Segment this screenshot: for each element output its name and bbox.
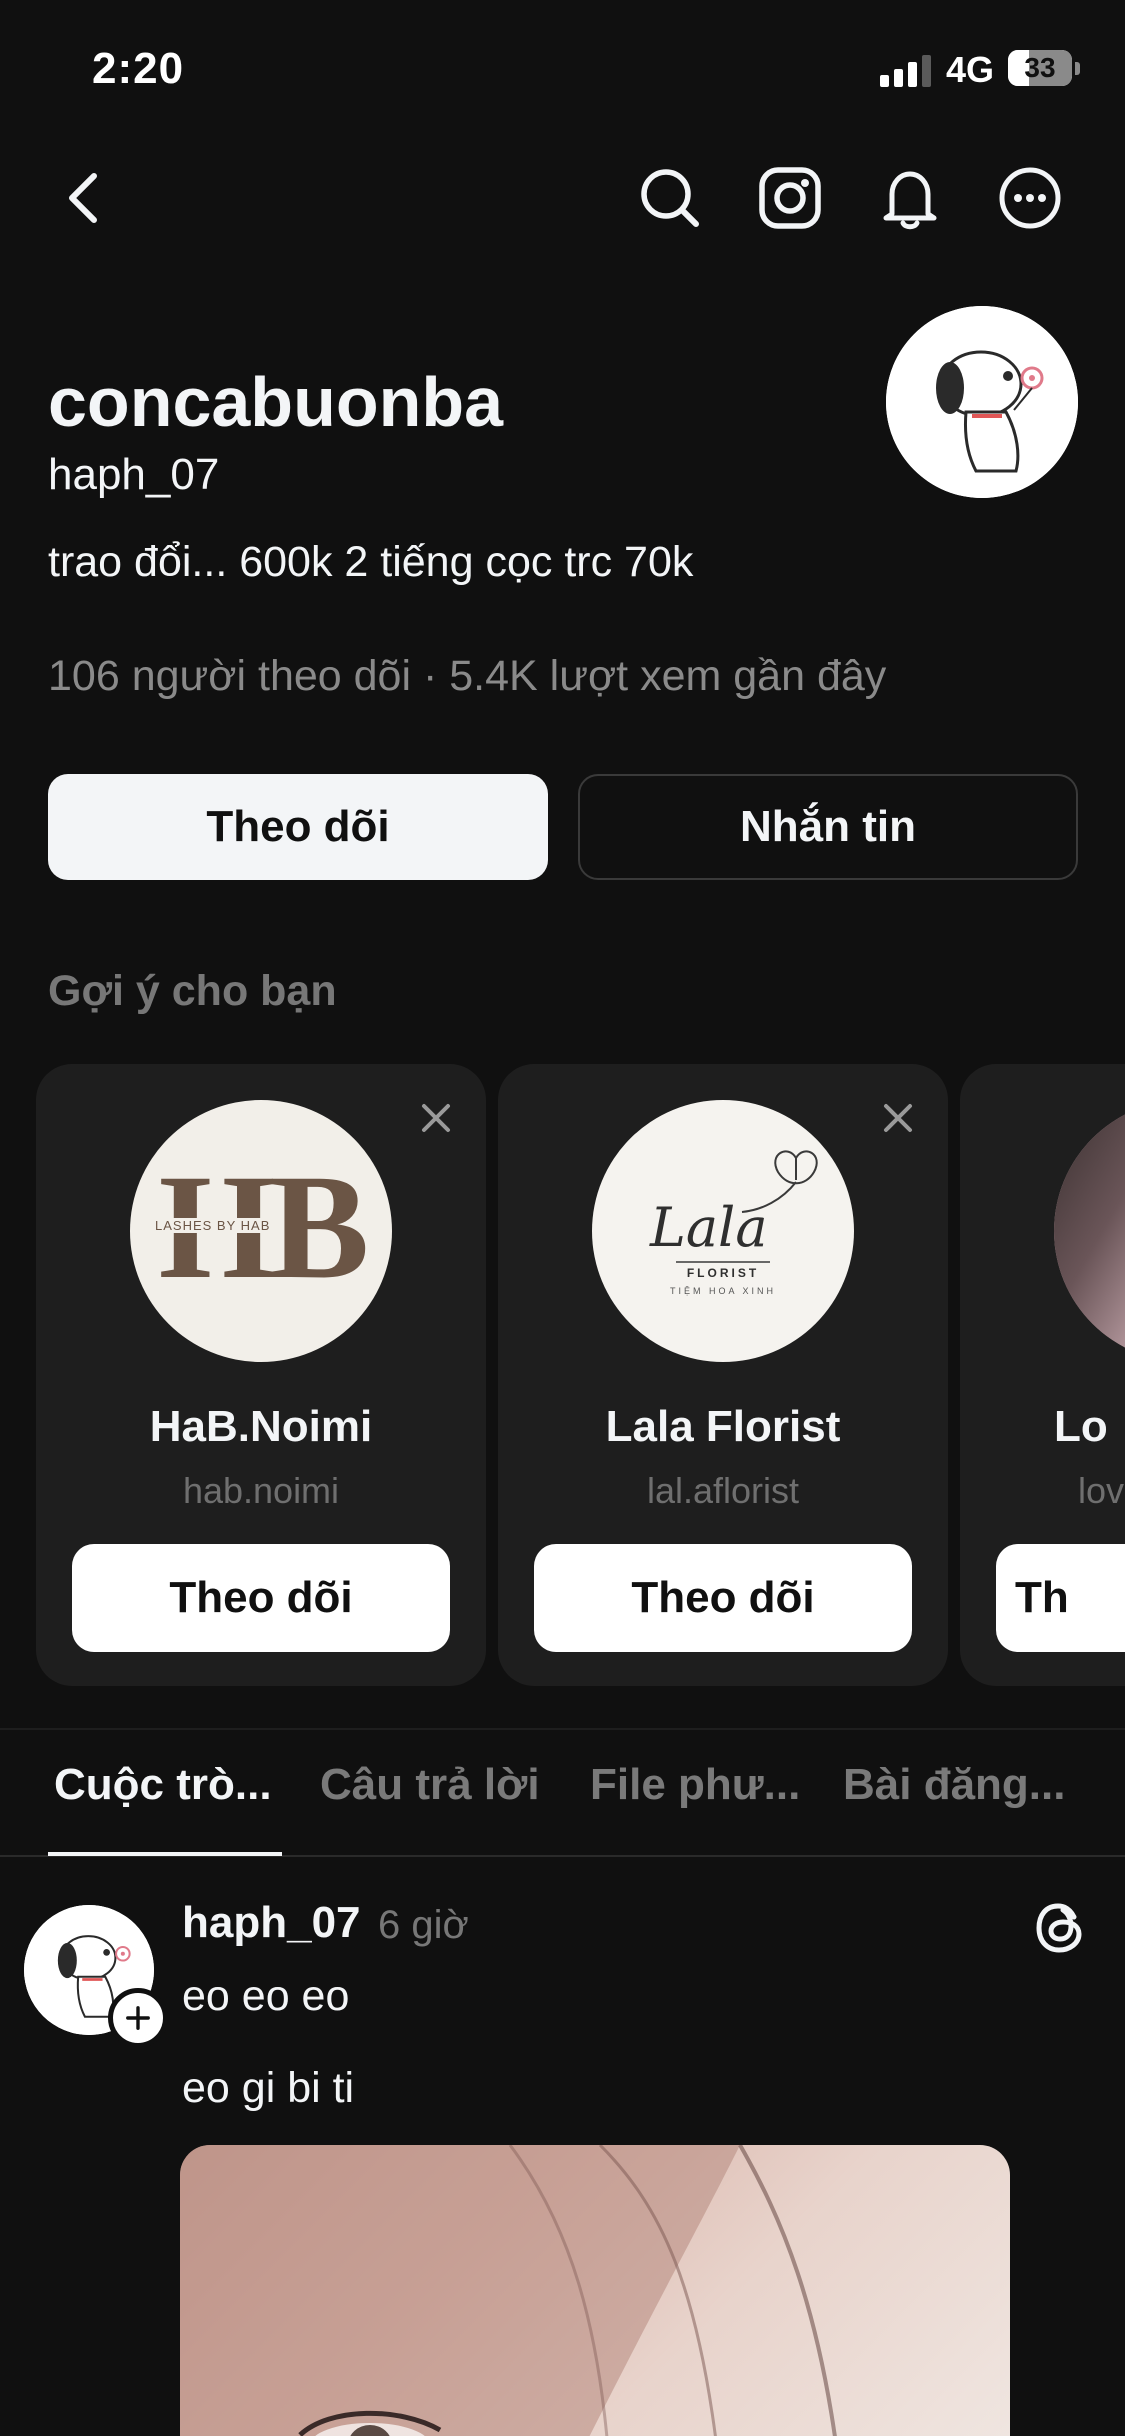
chevron-left-icon[interactable] bbox=[44, 156, 128, 240]
lala-logo-sub2: TIỆM HOA XINH bbox=[669, 1286, 776, 1296]
hb-logo-subtitle: LASHES BY HAB bbox=[152, 1218, 274, 1233]
suggestion-handle: lov bbox=[1078, 1470, 1125, 1511]
profile-handle: haph_07 bbox=[48, 450, 220, 499]
profile-tabs: Cuộc trò... Câu trả lời File phư... Bài … bbox=[0, 1760, 1125, 1856]
suggestion-avatar: HB LASHES BY HAB bbox=[130, 1100, 392, 1362]
tab-threads[interactable]: Cuộc trò... bbox=[54, 1760, 272, 1810]
battery-cap bbox=[1075, 62, 1080, 75]
suggestion-card[interactable]: Lala FLORIST TIỆM HOA XINH Lala Florist … bbox=[498, 1064, 948, 1686]
suggestion-card[interactable]: Lo lov Th bbox=[960, 1064, 1125, 1686]
cellular-signal-icon bbox=[880, 55, 934, 87]
tab-reposts[interactable]: Bài đăng... bbox=[843, 1760, 1065, 1810]
bell-icon[interactable] bbox=[868, 156, 952, 240]
instagram-icon[interactable] bbox=[748, 156, 832, 240]
active-tab-indicator bbox=[48, 1852, 282, 1856]
suggestion-handle: lal.aflorist bbox=[646, 1470, 800, 1511]
suggestion-avatar: Lala FLORIST TIỆM HOA XINH bbox=[592, 1100, 854, 1362]
lala-logo-sub1: FLORIST bbox=[686, 1266, 760, 1280]
threads-icon[interactable] bbox=[1030, 1897, 1092, 1959]
plus-icon[interactable] bbox=[108, 1988, 168, 2048]
snoopy-avatar-illustration bbox=[886, 306, 1078, 498]
post-text-line: eo eo eo bbox=[182, 1972, 350, 2020]
suggestion-avatar bbox=[1054, 1100, 1125, 1362]
post-time: 6 giờ bbox=[378, 1903, 469, 1947]
suggestion-follow-button[interactable]: Theo dõi bbox=[534, 1544, 912, 1652]
tab-media[interactable]: File phư... bbox=[590, 1760, 800, 1810]
search-icon[interactable] bbox=[628, 156, 712, 240]
close-icon[interactable] bbox=[416, 1098, 456, 1138]
profile-avatar[interactable] bbox=[886, 306, 1078, 498]
more-icon[interactable] bbox=[988, 156, 1072, 240]
profile-stats[interactable]: 106 người theo dõi · 5.4K lượt xem gần đ… bbox=[48, 652, 886, 701]
suggestion-name: Lala Florist bbox=[605, 1402, 841, 1451]
status-time: 2:20 bbox=[92, 44, 185, 93]
suggestion-name: HaB.Noimi bbox=[149, 1402, 373, 1451]
network-type: 4G bbox=[946, 49, 995, 90]
suggestion-follow-label: Th bbox=[1015, 1573, 1069, 1622]
status-bar: 2:20 4G 33 bbox=[0, 0, 1125, 135]
battery-level: 33 bbox=[1024, 52, 1056, 83]
lala-logo-script: Lala bbox=[650, 1196, 768, 1259]
divider bbox=[0, 1728, 1125, 1730]
post-image[interactable] bbox=[180, 2145, 1010, 2436]
profile-page: 2:20 4G 33 concabuonba haph_07 trao đổi.… bbox=[0, 0, 1125, 2436]
message-button[interactable]: Nhắn tin bbox=[578, 774, 1078, 880]
avatar-photo bbox=[1054, 1100, 1125, 1362]
post-text-line: eo gi bi ti bbox=[182, 2064, 355, 2112]
suggestion-follow-button[interactable]: Th bbox=[996, 1544, 1125, 1652]
suggestion-name: Lo bbox=[1054, 1402, 1108, 1451]
post-photo bbox=[180, 2145, 837, 2436]
profile-display-name: concabuonba bbox=[48, 363, 504, 441]
post-username[interactable]: haph_07 bbox=[182, 1898, 361, 1948]
tab-replies[interactable]: Câu trả lời bbox=[320, 1760, 540, 1810]
suggestions-title: Gợi ý cho bạn bbox=[48, 967, 337, 1015]
suggestion-follow-button[interactable]: Theo dõi bbox=[72, 1544, 450, 1652]
close-icon[interactable] bbox=[878, 1098, 918, 1138]
follow-button[interactable]: Theo dõi bbox=[48, 774, 548, 880]
battery-icon: 33 bbox=[1008, 50, 1072, 86]
profile-bio: trao đổi... 600k 2 tiếng cọc trc 70k bbox=[48, 538, 694, 586]
suggestion-handle: hab.noimi bbox=[182, 1470, 340, 1511]
suggestion-card[interactable]: HB LASHES BY HAB HaB.Noimi hab.noimi The… bbox=[36, 1064, 486, 1686]
